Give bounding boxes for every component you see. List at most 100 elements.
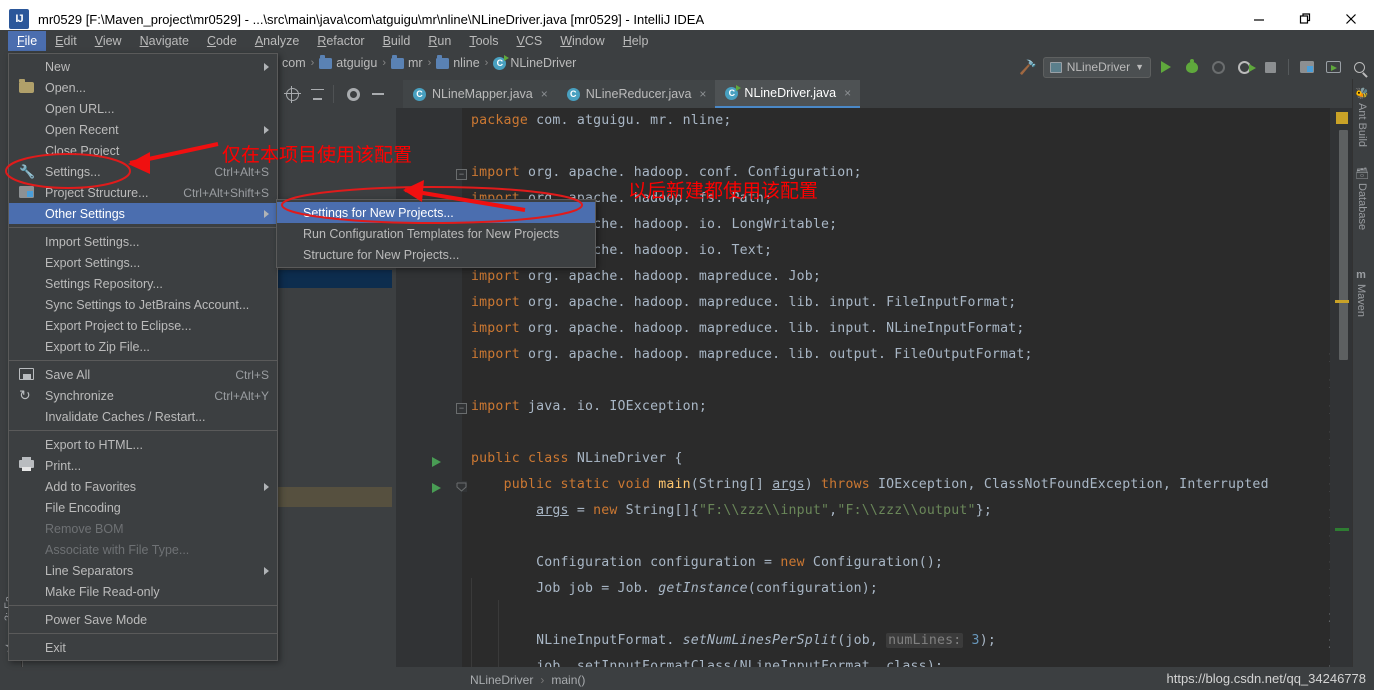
- submenu-item-structure-for-new-projects[interactable]: Structure for New Projects...: [277, 244, 595, 265]
- stop-icon[interactable]: [1259, 56, 1281, 78]
- code-line[interactable]: NLineInputFormat. setNumLinesPerSplit(jo…: [471, 633, 996, 648]
- menu-item-settings-repository[interactable]: Settings Repository...: [9, 273, 277, 294]
- locate-icon[interactable]: [281, 83, 303, 105]
- menu-item-label: File Encoding: [45, 500, 121, 515]
- menubar-item-build[interactable]: Build: [374, 31, 420, 51]
- sidebar-item-maven[interactable]: m Maven: [1355, 269, 1367, 317]
- run-icon[interactable]: [1155, 56, 1177, 78]
- change-marker[interactable]: [1335, 528, 1349, 531]
- menu-item-sync-settings-to-jetbrains-account[interactable]: Sync Settings to JetBrains Account...: [9, 294, 277, 315]
- code-line[interactable]: public class NLineDriver {: [471, 451, 683, 466]
- tv-screen-icon[interactable]: [1322, 56, 1344, 78]
- other-settings-submenu[interactable]: Settings for New Projects... Run Configur…: [276, 199, 596, 268]
- menu-item-add-to-favorites[interactable]: Add to Favorites: [9, 476, 277, 497]
- debug-icon[interactable]: [1181, 56, 1203, 78]
- breadcrumb-item-com[interactable]: com: [282, 56, 306, 70]
- code-line[interactable]: Job job = Job. getInstance(configuration…: [471, 581, 878, 596]
- settings-gear-icon[interactable]: [342, 83, 364, 105]
- menubar-item-refactor[interactable]: Refactor: [308, 31, 373, 51]
- code-line[interactable]: import java. io. IOException;: [471, 399, 707, 414]
- code-line[interactable]: import org. apache. hadoop. mapreduce. l…: [471, 295, 1016, 310]
- menubar-item-analyze[interactable]: Analyze: [246, 31, 308, 51]
- warning-marker[interactable]: [1335, 300, 1349, 303]
- menu-item-export-to-zip-file[interactable]: Export to Zip File...: [9, 336, 277, 357]
- fold-toggle-icon[interactable]: [456, 481, 467, 492]
- menu-item-import-settings[interactable]: Import Settings...: [9, 231, 277, 252]
- menubar-item-view[interactable]: View: [86, 31, 131, 51]
- search-icon[interactable]: [1348, 56, 1370, 78]
- code-line[interactable]: public static void main(String[] args) t…: [471, 477, 1269, 492]
- submenu-item-settings-for-new-projects[interactable]: Settings for New Projects...: [277, 202, 595, 223]
- editor-tab-NLineMapper[interactable]: C NLineMapper.java ×: [403, 80, 557, 108]
- editor-scrollbar[interactable]: [1339, 130, 1348, 360]
- fold-toggle-icon[interactable]: −: [456, 169, 467, 180]
- menu-item-synchronize[interactable]: ↻ Synchronize Ctrl+Alt+Y: [9, 385, 277, 406]
- menu-item-save-all[interactable]: Save All Ctrl+S: [9, 364, 277, 385]
- breadcrumb-item-mr[interactable]: mr: [390, 54, 423, 70]
- menu-item-invalidate-caches-restart[interactable]: Invalidate Caches / Restart...: [9, 406, 277, 427]
- menu-item-power-save-mode[interactable]: Power Save Mode: [9, 609, 277, 630]
- code-line[interactable]: import org. apache. hadoop. mapreduce. l…: [471, 321, 1025, 336]
- collapse-all-icon[interactable]: [306, 83, 328, 105]
- menu-item-exit[interactable]: Exit: [9, 637, 277, 658]
- menu-item-other-settings[interactable]: Other Settings: [9, 203, 277, 224]
- sidebar-item-ant-build[interactable]: 🐝 Ant Build: [1355, 87, 1369, 147]
- code-line[interactable]: Configuration configuration = new Config…: [471, 555, 943, 570]
- menu-item-file-encoding[interactable]: File Encoding: [9, 497, 277, 518]
- editor-tab-NLineReducer[interactable]: C NLineReducer.java ×: [556, 80, 716, 108]
- menubar-item-code[interactable]: Code: [198, 31, 246, 51]
- marker-bar[interactable]: [1330, 108, 1352, 667]
- close-icon[interactable]: ×: [699, 87, 706, 101]
- project-tree-selected-row[interactable]: [277, 270, 392, 288]
- editor-gutter[interactable]: [396, 108, 462, 667]
- menubar-item-run[interactable]: Run: [419, 31, 460, 51]
- menubar-item-vcs[interactable]: VCS: [508, 31, 552, 51]
- menu-item-line-separators[interactable]: Line Separators: [9, 560, 277, 581]
- breadcrumb-label: NLineDriver: [510, 56, 577, 70]
- menubar-item-file[interactable]: File: [8, 31, 47, 51]
- menu-item-export-settings[interactable]: Export Settings...: [9, 252, 277, 273]
- menu-item-export-to-html[interactable]: Export to HTML...: [9, 434, 277, 455]
- menu-item-export-project-to-eclipse[interactable]: Export Project to Eclipse...: [9, 315, 277, 336]
- status-breadcrumb-method[interactable]: main(): [551, 673, 585, 687]
- code-line[interactable]: args = new String[]{"F:\\zzz\\input","F:…: [471, 503, 992, 518]
- menubar-item-edit[interactable]: Edit: [46, 31, 86, 51]
- close-icon[interactable]: ×: [844, 86, 851, 100]
- breadcrumb-item-nline[interactable]: nline: [436, 54, 480, 70]
- run-with-coverage-icon[interactable]: [1207, 56, 1229, 78]
- menu-item-print[interactable]: Print...: [9, 455, 277, 476]
- run-gutter-icon[interactable]: [432, 483, 441, 493]
- menu-item-new[interactable]: New: [9, 56, 277, 77]
- project-icon[interactable]: [1296, 56, 1318, 78]
- code-line[interactable]: import org. apache. hadoop. mapreduce. J…: [471, 269, 821, 284]
- run-gutter-icon[interactable]: [432, 457, 441, 467]
- code-line[interactable]: package com. atguigu. mr. nline;: [471, 113, 731, 128]
- fold-toggle-icon[interactable]: −: [456, 403, 467, 414]
- sidebar-item-database[interactable]: 🗃 Database: [1355, 167, 1369, 230]
- menu-item-make-file-read-only[interactable]: Make File Read-only: [9, 581, 277, 602]
- breadcrumb-item-NLineDriver[interactable]: C NLineDriver: [493, 56, 576, 70]
- error-stripe-indicator[interactable]: [1336, 112, 1348, 124]
- menubar-item-navigate[interactable]: Navigate: [131, 31, 198, 51]
- run-configuration-selector[interactable]: NLineDriver ▼: [1042, 56, 1151, 78]
- menu-item-open[interactable]: Open...: [9, 77, 277, 98]
- build-hammer-icon[interactable]: 🔨: [1017, 56, 1039, 78]
- breadcrumb-item-atguigu[interactable]: atguigu: [319, 54, 377, 70]
- menu-item-label: Import Settings...: [45, 234, 140, 249]
- submenu-item-run-configuration-templates-for-new-projects[interactable]: Run Configuration Templates for New Proj…: [277, 223, 595, 244]
- menu-item-open-recent[interactable]: Open Recent: [9, 119, 277, 140]
- menubar-item-tools[interactable]: Tools: [460, 31, 507, 51]
- code-editor[interactable]: 1package com. atguigu. mr. nline;23−impo…: [396, 108, 1352, 690]
- profile-icon[interactable]: [1233, 56, 1256, 78]
- menu-item-project-structure[interactable]: Project Structure... Ctrl+Alt+Shift+S: [9, 182, 277, 203]
- menu-item-open-url[interactable]: Open URL...: [9, 98, 277, 119]
- menubar-item-help[interactable]: Help: [614, 31, 658, 51]
- menubar-item-window[interactable]: Window: [551, 31, 613, 51]
- menu-item-label: Project Structure...: [45, 185, 149, 200]
- hide-icon[interactable]: [367, 83, 389, 105]
- close-icon[interactable]: ×: [541, 87, 548, 101]
- code-line[interactable]: import org. apache. hadoop. mapreduce. l…: [471, 347, 1033, 362]
- editor-tab-NLineDriver[interactable]: C NLineDriver.java ×: [715, 80, 861, 108]
- project-tree-highlighted-row[interactable]: [277, 487, 392, 507]
- status-breadcrumb-class[interactable]: NLineDriver: [470, 673, 533, 687]
